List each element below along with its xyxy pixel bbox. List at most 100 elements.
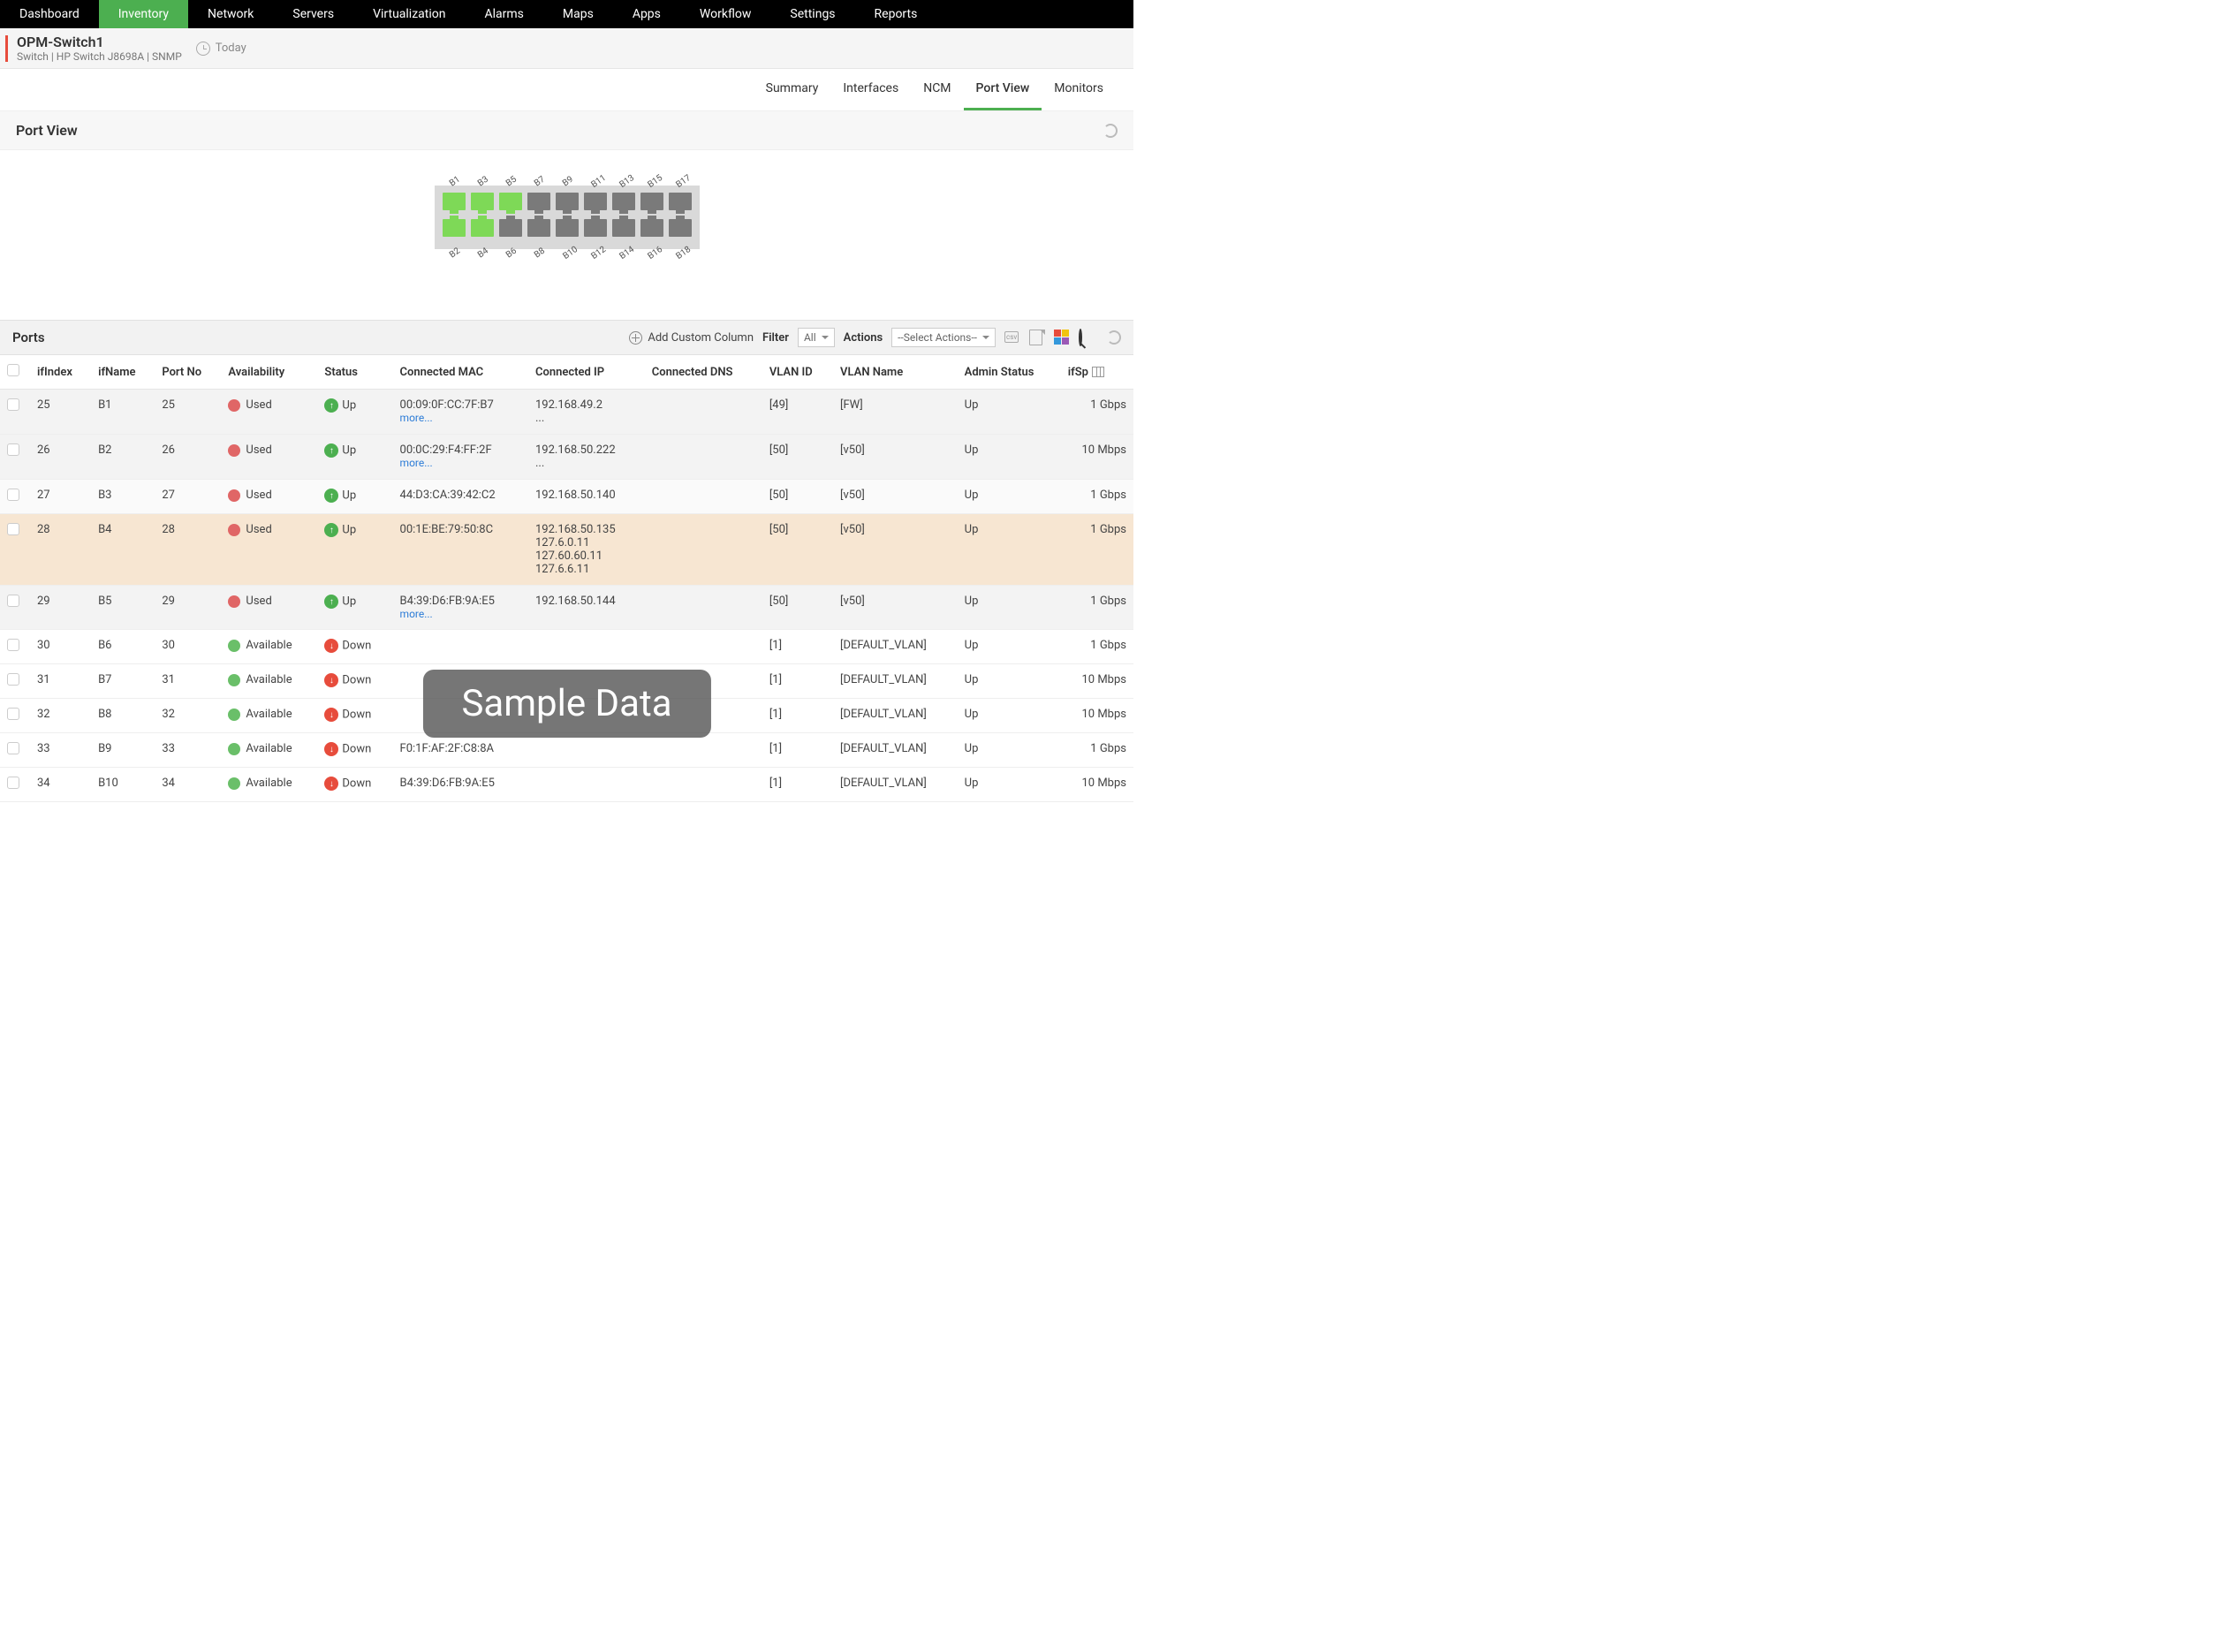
availability-dot <box>228 640 240 652</box>
port-B4[interactable]: B4 <box>469 219 496 242</box>
nav-inventory[interactable]: Inventory <box>99 0 188 28</box>
time-label: Today <box>216 42 246 55</box>
tab-summary[interactable]: Summary <box>754 69 831 110</box>
port-B16[interactable]: B16 <box>639 219 665 242</box>
row-checkbox[interactable] <box>7 777 19 789</box>
more-link[interactable]: more... <box>400 412 521 424</box>
col-connected-dns[interactable]: Connected DNS <box>645 355 762 390</box>
columns-icon[interactable] <box>1092 367 1104 377</box>
table-row[interactable]: 30B630Available↓Down[1][DEFAULT_VLAN]Up1… <box>0 630 1133 664</box>
col-availability[interactable]: Availability <box>221 355 317 390</box>
row-checkbox[interactable] <box>7 443 19 456</box>
status-arrow-icon: ↓ <box>324 639 338 653</box>
tab-port-view[interactable]: Port View <box>964 69 1042 110</box>
col-vlan-id[interactable]: VLAN ID <box>762 355 833 390</box>
port-B2[interactable]: B2 <box>441 219 467 242</box>
export-csv-icon[interactable] <box>1004 330 1020 345</box>
export-pdf-icon[interactable] <box>1029 330 1045 345</box>
nav-reports[interactable]: Reports <box>855 0 937 28</box>
row-checkbox[interactable] <box>7 742 19 754</box>
row-checkbox[interactable] <box>7 639 19 651</box>
nav-settings[interactable]: Settings <box>770 0 854 28</box>
col-status[interactable]: Status <box>317 355 392 390</box>
ports-table: ifIndexifNamePort NoAvailabilityStatusCo… <box>0 355 1133 802</box>
table-row[interactable]: 26B226Used↑Up00:0C:29:F4:FF:2Fmore...192… <box>0 435 1133 480</box>
col-ifname[interactable]: ifName <box>91 355 155 390</box>
port-B1[interactable]: B1 <box>441 193 467 216</box>
availability-dot <box>228 709 240 721</box>
nav-maps[interactable]: Maps <box>543 0 613 28</box>
ports-toolbar: Ports Add Custom Column Filter All Actio… <box>0 320 1133 355</box>
port-B13[interactable]: B13 <box>610 193 637 216</box>
filter-select[interactable]: All <box>798 328 835 347</box>
col-connected-ip[interactable]: Connected IP <box>528 355 645 390</box>
port-view-title: Port View <box>16 122 78 139</box>
row-checkbox[interactable] <box>7 489 19 501</box>
device-name: OPM-Switch1 <box>17 34 182 50</box>
status-arrow-icon: ↓ <box>324 777 338 791</box>
select-all-checkbox[interactable] <box>7 364 19 376</box>
port-B7[interactable]: B7 <box>526 193 552 216</box>
time-selector[interactable]: Today <box>196 42 246 56</box>
port-B9[interactable]: B9 <box>554 193 580 216</box>
row-checkbox[interactable] <box>7 708 19 720</box>
more-link[interactable]: more... <box>400 608 521 620</box>
port-B11[interactable]: B11 <box>582 193 609 216</box>
availability-dot <box>228 595 240 608</box>
sub-tabs: SummaryInterfacesNCMPort ViewMonitors <box>0 69 1133 111</box>
tab-interfaces[interactable]: Interfaces <box>830 69 911 110</box>
row-checkbox[interactable] <box>7 398 19 411</box>
refresh-icon[interactable] <box>1103 124 1118 138</box>
table-row[interactable]: 32B832Available↓Down[1][DEFAULT_VLAN]Up1… <box>0 699 1133 733</box>
table-row[interactable]: 27B327Used↑Up44:D3:CA:39:42:C2192.168.50… <box>0 480 1133 514</box>
port-graphic-panel: B1B3B5B7B9B11B13B15B17 B2B4B6B8B10B12B14… <box>0 150 1133 320</box>
port-B17[interactable]: B17 <box>667 193 693 216</box>
nav-servers[interactable]: Servers <box>273 0 353 28</box>
col-port-no[interactable]: Port No <box>155 355 221 390</box>
nav-network[interactable]: Network <box>188 0 273 28</box>
status-arrow-icon: ↑ <box>324 489 338 503</box>
table-row[interactable]: 33B933Available↓DownF0:1F:AF:2F:C8:8A[1]… <box>0 733 1133 768</box>
col-ifindex[interactable]: ifIndex <box>30 355 91 390</box>
nav-virtualization[interactable]: Virtualization <box>353 0 465 28</box>
availability-dot <box>228 489 240 502</box>
nav-dashboard[interactable]: Dashboard <box>0 0 99 28</box>
col-admin-status[interactable]: Admin Status <box>958 355 1061 390</box>
port-B15[interactable]: B15 <box>639 193 665 216</box>
device-meta: Switch | HP Switch J8698A | SNMP <box>17 50 182 63</box>
actions-label: Actions <box>844 331 883 345</box>
port-B5[interactable]: B5 <box>497 193 524 216</box>
nav-alarms[interactable]: Alarms <box>465 0 542 28</box>
port-B10[interactable]: B10 <box>554 219 580 242</box>
table-row[interactable]: 29B529Used↑UpB4:39:D6:FB:9A:E5more...192… <box>0 586 1133 630</box>
row-checkbox[interactable] <box>7 673 19 686</box>
col-vlan-name[interactable]: VLAN Name <box>833 355 958 390</box>
table-row[interactable]: 28B428Used↑Up00:1E:BE:79:50:8C192.168.50… <box>0 514 1133 586</box>
ports-title: Ports <box>12 330 45 345</box>
tab-ncm[interactable]: NCM <box>911 69 963 110</box>
col-connected-mac[interactable]: Connected MAC <box>393 355 528 390</box>
availability-dot <box>228 777 240 790</box>
more-link[interactable]: more... <box>400 457 521 469</box>
nav-workflow[interactable]: Workflow <box>680 0 771 28</box>
apps-icon[interactable] <box>1054 330 1070 345</box>
port-B6[interactable]: B6 <box>497 219 524 242</box>
port-B12[interactable]: B12 <box>582 219 609 242</box>
add-custom-column[interactable]: Add Custom Column <box>629 331 754 345</box>
table-row[interactable]: 34B1034Available↓DownB4:39:D6:FB:9A:E5[1… <box>0 768 1133 802</box>
port-B14[interactable]: B14 <box>610 219 637 242</box>
table-row[interactable]: 25B125Used↑Up00:09:0F:CC:7F:B7more...192… <box>0 390 1133 435</box>
port-B18[interactable]: B18 <box>667 219 693 242</box>
search-icon[interactable] <box>1079 330 1095 345</box>
col-ifspeed[interactable]: ifSp <box>1061 355 1133 390</box>
row-checkbox[interactable] <box>7 595 19 607</box>
status-arrow-icon: ↓ <box>324 708 338 722</box>
nav-apps[interactable]: Apps <box>613 0 680 28</box>
refresh-table-icon[interactable] <box>1107 330 1121 345</box>
port-B3[interactable]: B3 <box>469 193 496 216</box>
actions-select[interactable]: --Select Actions-- <box>891 328 996 347</box>
tab-monitors[interactable]: Monitors <box>1042 69 1116 110</box>
port-B8[interactable]: B8 <box>526 219 552 242</box>
table-row[interactable]: 31B731Available↓Down[1][DEFAULT_VLAN]Up1… <box>0 664 1133 699</box>
row-checkbox[interactable] <box>7 523 19 535</box>
